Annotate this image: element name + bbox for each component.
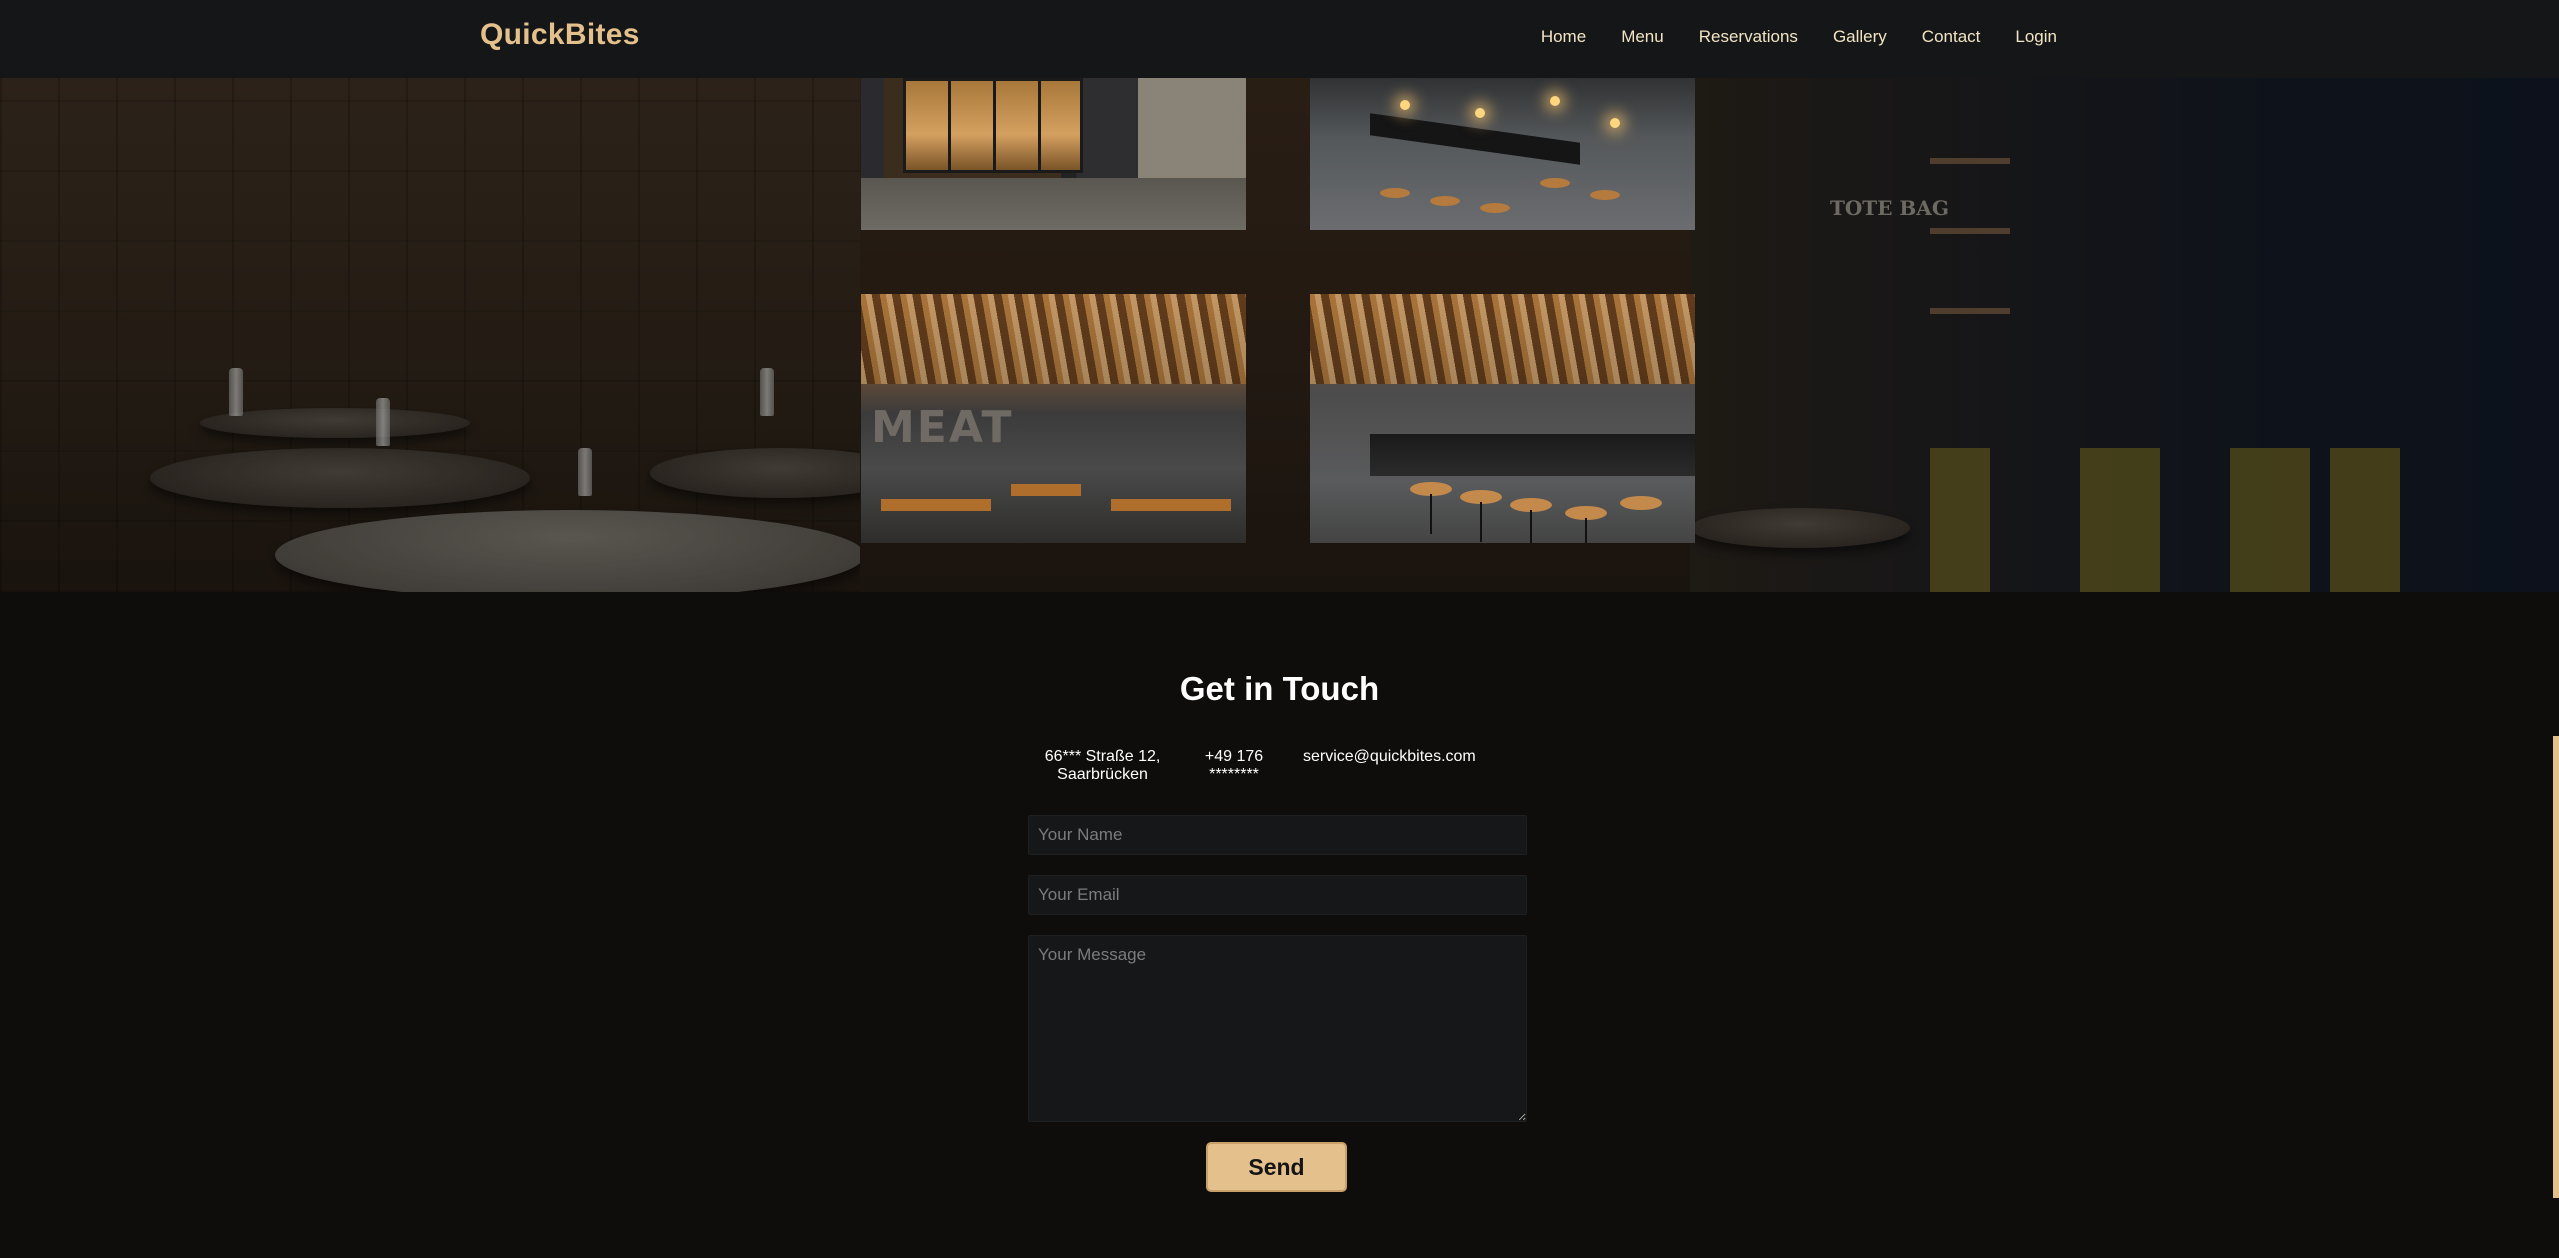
storefront-pavement bbox=[861, 178, 1246, 230]
hero-gallery-section: TOTE BAG MEAT bbox=[0, 78, 2559, 592]
bar-stool bbox=[1620, 496, 1662, 510]
name-input[interactable] bbox=[1028, 815, 1527, 855]
gallery-image-bar-counter[interactable] bbox=[1310, 78, 1695, 230]
contact-address: 66*** Straße 12, Saarbrücken bbox=[1044, 748, 1161, 783]
nav-gallery-link[interactable]: Gallery bbox=[1833, 27, 1887, 47]
contact-phone: +49 176 ******** bbox=[1204, 748, 1264, 783]
wood-ceiling bbox=[1310, 294, 1695, 384]
nav-login-link[interactable]: Login bbox=[2015, 27, 2057, 47]
stool-leg bbox=[1585, 518, 1587, 543]
nav-reservations-link[interactable]: Reservations bbox=[1699, 27, 1798, 47]
stool-leg bbox=[1480, 502, 1482, 542]
brand-logo[interactable]: QuickBites bbox=[480, 18, 640, 52]
contact-section: Get in Touch 66*** Straße 12, Saarbrücke… bbox=[0, 592, 2559, 1258]
pendant-lamp bbox=[1610, 118, 1620, 128]
bar-stool bbox=[1540, 178, 1570, 188]
storefront-window bbox=[903, 78, 1083, 173]
pendant-lamp bbox=[1475, 108, 1485, 118]
stool-leg bbox=[1430, 494, 1432, 534]
gallery-image-storefront[interactable] bbox=[861, 78, 1246, 230]
bar-stool bbox=[1480, 203, 1510, 213]
main-nav: Home Menu Reservations Gallery Contact L… bbox=[1541, 27, 2057, 47]
send-button[interactable]: Send bbox=[1206, 1142, 1347, 1192]
wall-sign-text: MEAT bbox=[871, 402, 1014, 453]
top-navbar: QuickBites Home Menu Reservations Galler… bbox=[0, 0, 2559, 78]
hero-overlay bbox=[0, 78, 2559, 592]
nav-contact-link[interactable]: Contact bbox=[1922, 27, 1981, 47]
bar-counter-shape bbox=[1370, 434, 1695, 476]
pendant-lamp bbox=[1400, 100, 1410, 110]
stool-leg bbox=[1530, 510, 1532, 543]
scrollbar-thumb[interactable] bbox=[2553, 736, 2559, 1198]
contact-title: Get in Touch bbox=[1179, 670, 1380, 707]
email-input[interactable] bbox=[1028, 875, 1527, 915]
gallery-image-dining-room[interactable]: MEAT bbox=[861, 294, 1246, 543]
dining-bench bbox=[1011, 484, 1081, 496]
nav-home-link[interactable]: Home bbox=[1541, 27, 1586, 47]
dining-bench bbox=[1111, 499, 1231, 511]
wood-ceiling bbox=[861, 294, 1246, 384]
message-textarea[interactable] bbox=[1028, 935, 1527, 1122]
bar-stool bbox=[1590, 190, 1620, 200]
bar-stool bbox=[1430, 196, 1460, 206]
dining-bench bbox=[881, 499, 991, 511]
gallery-image-bar-stools[interactable] bbox=[1310, 294, 1695, 543]
pendant-lamp bbox=[1550, 96, 1560, 106]
contact-info-row: 66*** Straße 12, Saarbrücken +49 176 ***… bbox=[1040, 748, 1476, 784]
nav-menu-link[interactable]: Menu bbox=[1621, 27, 1664, 47]
contact-email: service@quickbites.com bbox=[1303, 748, 1476, 765]
bar-counter-shape bbox=[1370, 113, 1580, 165]
bar-stool bbox=[1380, 188, 1410, 198]
